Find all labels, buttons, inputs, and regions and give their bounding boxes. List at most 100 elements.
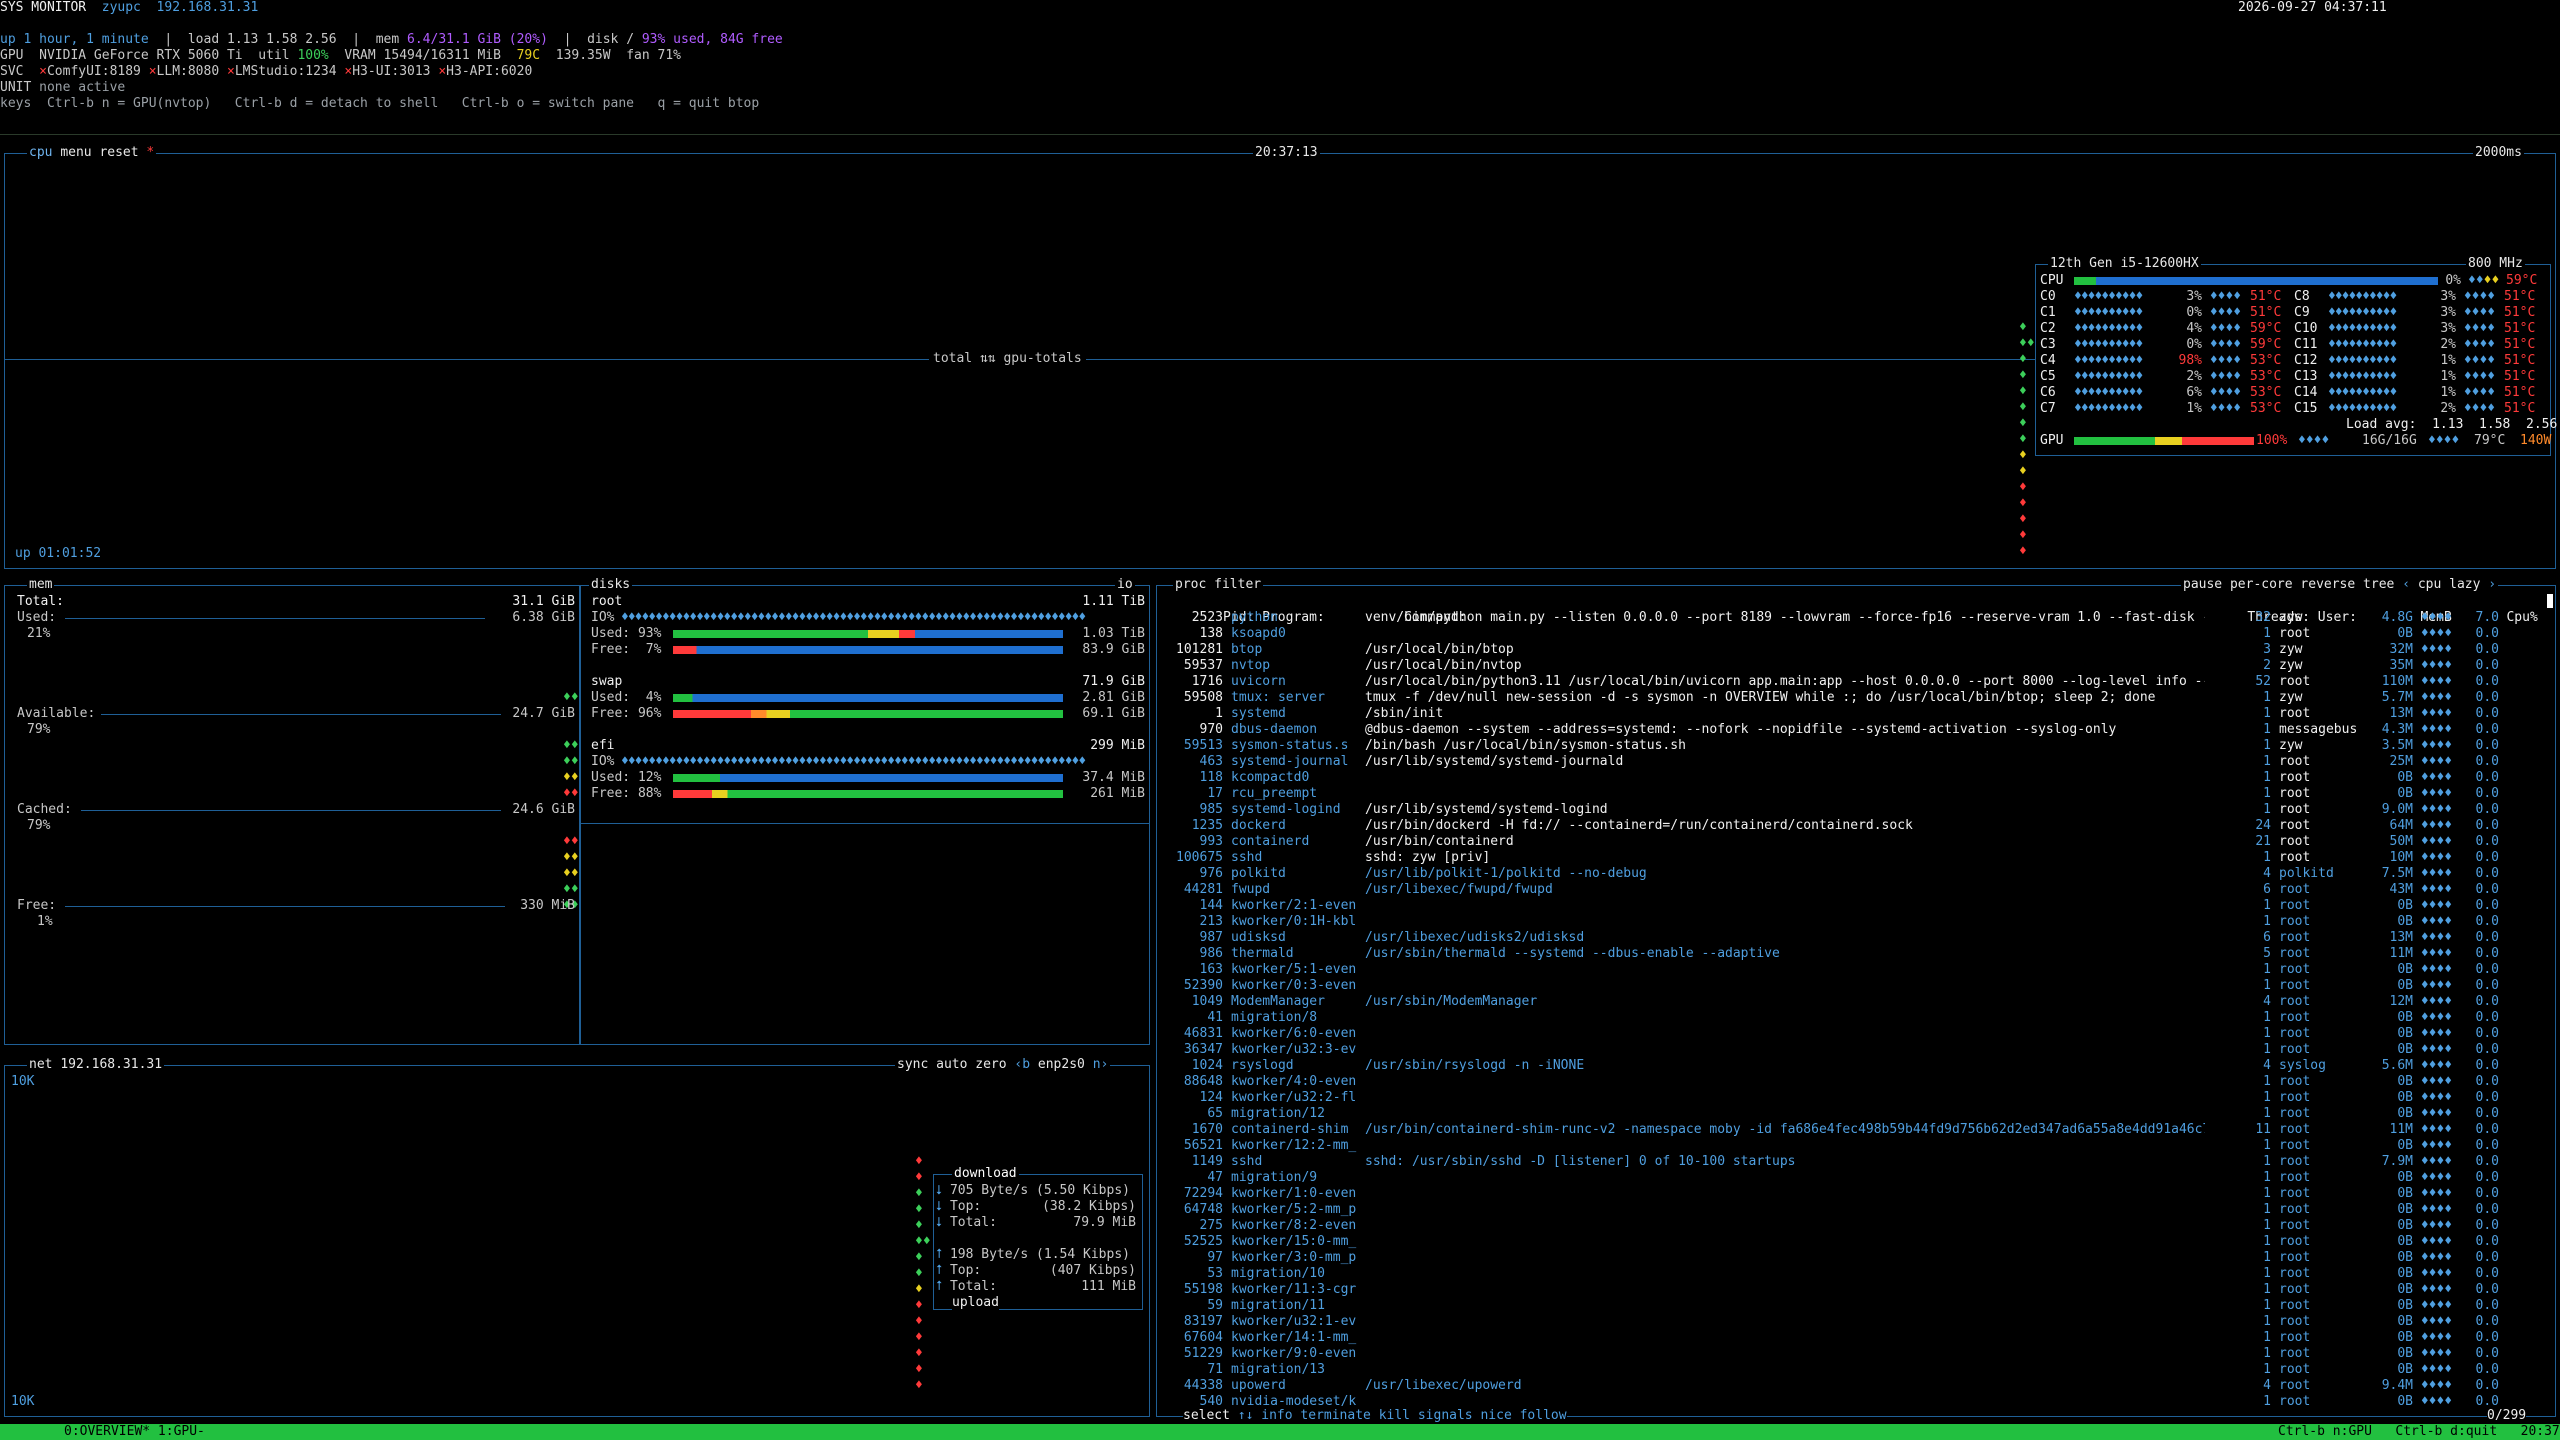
proc-threads: 1 <box>2263 898 2271 913</box>
process-row[interactable]: 41 migration/8 1 root 0B ♦♦♦♦ 0.0 <box>1157 1010 2499 1026</box>
proc-select-label[interactable]: select <box>1183 1408 1230 1423</box>
process-row[interactable]: 144 kworker/2:1-even 1 root 0B ♦♦♦♦ 0.0 <box>1157 898 2499 914</box>
proc-kill-button[interactable]: kill <box>1379 1408 1410 1423</box>
net-auto-toggle[interactable]: auto <box>936 1057 967 1072</box>
proc-command <box>1365 898 2205 914</box>
process-row[interactable]: 970 dbus-daemon @dbus-daemon --system --ad… <box>1157 722 2499 738</box>
net-zero-toggle[interactable]: zero <box>975 1057 1006 1072</box>
tmux-windows[interactable]: 0:OVERVIEW* 1:GPU- <box>64 1424 205 1440</box>
process-row[interactable]: 83197 kworker/u32:1-ev 1 root 0B ♦♦♦♦ 0.0 <box>1157 1314 2499 1330</box>
process-row[interactable]: 59537 nvtop/usr/local/bin/nvtop 2 zyw 35M ♦♦… <box>1157 658 2499 674</box>
process-row[interactable]: 44281 fwupd/usr/libexec/fwupd/fwupd 6 root 4… <box>1157 882 2499 898</box>
process-row[interactable]: 52525 kworker/15:0-mm_ 1 root 0B ♦♦♦♦ 0.0 <box>1157 1234 2499 1250</box>
proc-cpu-graph: ♦♦♦♦ <box>2413 802 2453 817</box>
process-row[interactable]: 59513 sysmon-status.s/bin/bash /usr/local… <box>1157 738 2499 754</box>
process-row[interactable]: 275 kworker/8:2-even 1 root 0B ♦♦♦♦ 0.0 <box>1157 1218 2499 1234</box>
proc-threads: 2 <box>2263 658 2271 673</box>
core-spark-2: ♦♦♦♦ <box>2456 369 2496 384</box>
process-row[interactable]: 53 migration/10 1 root 0B ♦♦♦♦ 0.0 <box>1157 1266 2499 1282</box>
process-row[interactable]: 1024 rsyslogd/usr/sbin/rsyslogd -n -iNONE… <box>1157 1058 2499 1074</box>
proc-threads: 1 <box>2263 1010 2271 1025</box>
proc-command: @dbus-daemon --system --address=systemd:… <box>1365 722 2117 737</box>
net-title[interactable]: net <box>29 1057 52 1072</box>
core-pct: 3% <box>2440 289 2456 304</box>
proc-cpu-graph: ♦♦♦♦ <box>2413 1090 2453 1105</box>
cpu-tab[interactable]: cpu <box>29 145 52 160</box>
reset-tab[interactable]: reset <box>99 145 138 160</box>
net-sync-toggle[interactable]: sync <box>897 1057 928 1072</box>
proc-nice-button[interactable]: nice <box>1480 1408 1511 1423</box>
process-row[interactable]: 55198 kworker/11:3-cgr 1 root 0B ♦♦♦♦ 0.0 <box>1157 1282 2499 1298</box>
proc-filter[interactable]: filter <box>1214 577 1261 592</box>
proc-pid: 1235 <box>1191 818 1223 833</box>
process-row[interactable]: 118 kcompactd0 1 root 0B ♦♦♦♦ 0.0 <box>1157 770 2499 786</box>
proc-sort-selector[interactable]: cpu lazy <box>2418 577 2481 592</box>
process-row[interactable]: 72294 kworker/1:0-even 1 root 0B ♦♦♦♦ 0.0 <box>1157 1186 2499 1202</box>
proc-threads: 1 <box>2263 754 2271 769</box>
process-row[interactable]: 1149 sshd sshd: /usr/sbin/sshd -D [listene… <box>1157 1154 2499 1170</box>
process-row[interactable]: 64748 kworker/5:2-mm_p 1 root 0B ♦♦♦♦ 0.0 <box>1157 1202 2499 1218</box>
process-row[interactable]: 2523 python venv/bin/python main.py --list… <box>1157 610 2499 626</box>
proc-reverse-toggle[interactable]: reverse <box>2300 577 2355 592</box>
process-row[interactable]: 59508 tmux: server tmux -f /dev/null new-s… <box>1157 690 2499 706</box>
cpu-total-temp: 59°C <box>2506 273 2538 288</box>
process-row[interactable]: 993 containerd/usr/bin/containerd 21 root 50… <box>1157 834 2499 850</box>
proc-cpu-graph: ♦♦♦♦ <box>2413 722 2453 737</box>
proc-info-button[interactable]: info <box>1261 1408 1292 1423</box>
process-row[interactable]: 97 kworker/3:0-mm_p 1 root 0B ♦♦♦♦ 0.0 <box>1157 1250 2499 1266</box>
proc-terminate-button[interactable]: terminate <box>1300 1408 1370 1423</box>
process-row[interactable]: 463 systemd-journal/usr/lib/systemd/syste… <box>1157 754 2499 770</box>
proc-title[interactable]: proc <box>1175 577 1206 592</box>
process-row[interactable]: 67604 kworker/14:1-mm_ 1 root 0B ♦♦♦♦ 0.0 <box>1157 1330 2499 1346</box>
proc-tree-toggle[interactable]: tree <box>2363 577 2394 592</box>
update-interval[interactable]: 2000ms <box>2473 145 2524 161</box>
process-row[interactable]: 1235 dockerd/usr/bin/dockerd -H fd:// --c… <box>1157 818 2499 834</box>
process-row[interactable]: 987 udisksd/usr/libexec/udisks2/udisksd 6 r… <box>1157 930 2499 946</box>
process-row[interactable]: 1716 uvicorn/usr/local/bin/python3.11 /us… <box>1157 674 2499 690</box>
process-row[interactable]: 47 migration/9 1 root 0B ♦♦♦♦ 0.0 <box>1157 1170 2499 1186</box>
mem-box-title[interactable]: mem <box>27 577 55 593</box>
net-interface[interactable]: enp2s0 <box>1038 1057 1085 1072</box>
process-row[interactable]: 976 polkitd/usr/lib/polkit-1/polkitd --no… <box>1157 866 2499 882</box>
disks-io-toggle[interactable]: io <box>1115 577 1135 593</box>
process-row[interactable]: 986 thermald/usr/sbin/thermald --systemd … <box>1157 946 2499 962</box>
process-row[interactable]: 51229 kworker/9:0-even 1 root 0B ♦♦♦♦ 0.0 <box>1157 1346 2499 1362</box>
process-row[interactable]: 59 migration/11 1 root 0B ♦♦♦♦ 0.0 <box>1157 1298 2499 1314</box>
proc-signals-button[interactable]: signals <box>1418 1408 1473 1423</box>
disks-divider <box>581 823 1149 824</box>
process-row[interactable]: 1670 containerd-shim/usr/bin/containerd-s… <box>1157 1122 2499 1138</box>
disks-box-title[interactable]: disks <box>589 577 633 593</box>
process-row[interactable]: 56521 kworker/12:2-mm_ 1 root 0B ♦♦♦♦ 0.0 <box>1157 1138 2499 1154</box>
process-row[interactable]: 985 systemd-logind/usr/lib/systemd/system… <box>1157 802 2499 818</box>
process-row[interactable]: 138 ksoapd0 1 root 0B ♦♦♦♦ 0.0 <box>1157 626 2499 642</box>
process-row[interactable]: 101281 btop/usr/local/bin/btop 3 zyw 32M ♦♦♦… <box>1157 642 2499 658</box>
proc-pid: 59537 <box>1183 658 1223 673</box>
proc-user: root <box>2279 1282 2311 1297</box>
proc-follow-button[interactable]: follow <box>1520 1408 1567 1423</box>
process-row[interactable]: 71 migration/13 1 root 0B ♦♦♦♦ 0.0 <box>1157 1362 2499 1378</box>
proc-cpu-graph: ♦♦♦♦ <box>2413 1298 2453 1313</box>
process-row[interactable]: 44338 upowerd/usr/libexec/upowerd 4 root 9.4… <box>1157 1378 2499 1394</box>
process-row[interactable]: 88648 kworker/4:0-even 1 root 0B ♦♦♦♦ 0.0 <box>1157 1074 2499 1090</box>
process-row[interactable]: 52390 kworker/0:3-even 1 root 0B ♦♦♦♦ 0.0 <box>1157 978 2499 994</box>
process-row[interactable]: 17 rcu_preempt 1 root 0B ♦♦♦♦ 0.0 <box>1157 786 2499 802</box>
unit-value: none active <box>39 80 126 95</box>
proc-per-core-toggle[interactable]: per-core <box>2230 577 2293 592</box>
process-row[interactable]: 1 systemd/sbin/init 1 root 13M ♦♦♦♦ 0.0 <box>1157 706 2499 722</box>
proc-pause-toggle[interactable]: pause <box>2183 577 2222 592</box>
process-row[interactable]: 124 kworker/u32:2-fl 1 root 0B ♦♦♦♦ 0.0 <box>1157 1090 2499 1106</box>
menu-tab[interactable]: menu <box>60 145 91 160</box>
process-row[interactable]: 65 migration/12 1 root 0B ♦♦♦♦ 0.0 <box>1157 1106 2499 1122</box>
process-row[interactable]: 46831 kworker/6:0-even 1 root 0B ♦♦♦♦ 0.0 <box>1157 1026 2499 1042</box>
process-row[interactable]: 36347 kworker/u32:3-ev 1 root 0B ♦♦♦♦ 0.0 <box>1157 1042 2499 1058</box>
process-row[interactable]: 163 kworker/5:1-even 1 root 0B ♦♦♦♦ 0.0 <box>1157 962 2499 978</box>
proc-scrollbar-thumb[interactable] <box>2547 594 2553 608</box>
proc-user: root <box>2279 802 2311 817</box>
process-row[interactable]: 1049 ModemManager/usr/sbin/ModemManager 4 r… <box>1157 994 2499 1010</box>
process-row[interactable]: 100675 sshd sshd: zyw [priv] 1 root 10M ♦♦♦♦ 0… <box>1157 850 2499 866</box>
process-row[interactable]: 213 kworker/0:1H-kbl 1 root 0B ♦♦♦♦ 0.0 <box>1157 914 2499 930</box>
